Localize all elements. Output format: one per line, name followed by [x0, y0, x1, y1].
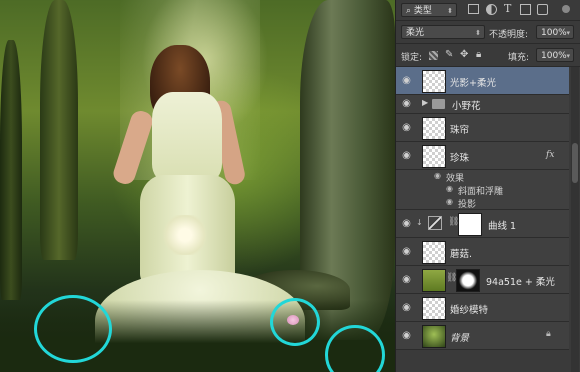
layer-name: 背景: [450, 333, 470, 344]
smart-object-filter-icon[interactable]: [537, 4, 548, 15]
effect-drop-shadow[interactable]: ◉ 投影: [396, 196, 569, 210]
lock-all-icon[interactable]: 🔒︎: [476, 49, 481, 60]
layer-thumbnail: [422, 145, 446, 168]
eye-icon[interactable]: ◉: [446, 197, 453, 206]
bodice: [152, 92, 222, 182]
layer-name: 婚纱模特: [450, 305, 489, 316]
lock-transparency-icon[interactable]: [429, 51, 438, 60]
eye-icon[interactable]: ◉: [401, 302, 412, 313]
layer-thumbnail: [422, 70, 446, 93]
layer-mask-thumbnail: [458, 213, 482, 236]
filter-kind-select[interactable]: ⌕ 类型 ⬍: [401, 3, 457, 17]
effects-row[interactable]: ◉ 效果: [396, 170, 569, 184]
lock-label: 锁定:: [401, 53, 423, 63]
document-canvas[interactable]: [0, 0, 395, 372]
layer-row-background[interactable]: ◉ 背景 🔒︎: [396, 322, 569, 350]
chevron-down-icon: ⬍: [447, 7, 453, 15]
lock-position-icon[interactable]: ✥: [460, 49, 468, 60]
filter-toggle-icon[interactable]: [562, 5, 570, 13]
layer-name: 光影+柔光: [450, 78, 496, 89]
layer-name: 小野花: [452, 101, 481, 112]
layers-scrollbar[interactable]: [571, 67, 579, 372]
layer-thumbnail: [422, 325, 446, 348]
lock-row: 锁定: ✎ ✥ 🔒︎ 填充: 100% ▾: [396, 44, 580, 67]
layer-row-94a51e-softlight[interactable]: ◉ ⛓ 94a51e + 柔光: [396, 266, 569, 294]
effect-bevel-emboss[interactable]: ◉ 斜面和浮雕: [396, 183, 569, 197]
filter-kind-label: 类型: [413, 6, 432, 16]
eye-icon[interactable]: ◉: [401, 330, 412, 341]
layer-name: 珠帘: [450, 125, 470, 136]
eye-icon[interactable]: ◉: [446, 184, 453, 193]
clip-arrow-icon: ↓: [416, 218, 423, 227]
layer-mask-thumbnail: [456, 269, 480, 292]
chevron-down-icon: ⬍: [475, 29, 481, 37]
layer-row-pearls[interactable]: ◉ 珍珠 fx: [396, 142, 569, 170]
shape-filter-icon[interactable]: [520, 4, 531, 15]
eye-icon[interactable]: ◉: [401, 98, 412, 109]
type-filter-icon[interactable]: T: [504, 2, 511, 15]
scrollbar-thumb[interactable]: [572, 143, 578, 183]
search-icon: ⌕: [406, 6, 412, 16]
layers-list: ◉ 光影+柔光 ◉ ▶ 小野花 ◉ 珠帘 ◉ 珍珠 fx ◉ 效果 ◉ 斜面和浮…: [396, 67, 580, 372]
layer-row-bridal-model[interactable]: ◉ 婚纱模特: [396, 294, 569, 322]
blend-mode-select[interactable]: 柔光 ⬍: [401, 25, 485, 39]
arm-left: [110, 108, 156, 187]
eye-icon[interactable]: ◉: [401, 122, 412, 133]
adjustment-filter-icon[interactable]: [486, 4, 497, 15]
layer-row-light-softlight[interactable]: ◉ 光影+柔光: [396, 67, 569, 95]
layer-row-curves-1[interactable]: ◉ ↓ ⛓ 曲线 1: [396, 210, 569, 238]
layer-row-bead-curtain[interactable]: ◉ 珠帘: [396, 114, 569, 142]
eye-icon[interactable]: ◉: [434, 171, 441, 180]
opacity-input[interactable]: 100% ▾: [536, 25, 574, 39]
layer-row-mushrooms[interactable]: ◉ 蘑菇.: [396, 238, 569, 266]
chevron-down-icon: ▾: [566, 52, 570, 60]
layer-filter-bar: ⌕ 类型 ⬍ T: [396, 0, 580, 21]
layer-name: 蘑菇.: [450, 249, 473, 260]
lock-icon: 🔒︎: [546, 329, 551, 339]
eye-icon[interactable]: ◉: [401, 218, 412, 229]
layer-thumbnail: [422, 241, 446, 264]
layer-name: 94a51e + 柔光: [486, 277, 555, 288]
curves-adjustment-icon: [428, 216, 442, 230]
blend-row: 柔光 ⬍ 不透明度: 100% ▾: [396, 21, 580, 44]
layer-thumbnail: [422, 269, 446, 292]
folder-icon: [432, 99, 445, 109]
blend-mode-value: 柔光: [406, 28, 425, 38]
layers-panel: ⌕ 类型 ⬍ T 柔光 ⬍ 不透明度: 100% ▾ 锁定: ✎ ✥ 🔒︎ 填充…: [395, 0, 580, 372]
flower-cluster: [160, 215, 210, 255]
layer-thumbnail: [422, 117, 446, 140]
opacity-label: 不透明度:: [489, 30, 529, 40]
effect-name: 投影: [458, 200, 477, 210]
eye-icon[interactable]: ◉: [401, 274, 412, 285]
eye-icon[interactable]: ◉: [401, 246, 412, 257]
eye-icon[interactable]: ◉: [401, 150, 412, 161]
layer-row-group-wildflowers[interactable]: ◉ ▶ 小野花: [396, 95, 569, 114]
image-filter-icon[interactable]: [468, 4, 479, 14]
lock-pixels-icon[interactable]: ✎: [445, 49, 453, 60]
opacity-value: 100%: [541, 28, 567, 38]
layer-name: 珍珠: [450, 153, 470, 164]
layer-name: 曲线 1: [488, 221, 517, 232]
chevron-down-icon: ▾: [566, 29, 570, 37]
fill-label: 填充:: [508, 53, 530, 63]
fx-icon[interactable]: fx: [546, 150, 554, 160]
fill-input[interactable]: 100% ▾: [536, 48, 574, 62]
chevron-right-icon[interactable]: ▶: [422, 98, 428, 107]
eye-icon[interactable]: ◉: [401, 75, 412, 86]
layer-thumbnail: [422, 297, 446, 320]
highlight-circle-grass: [34, 295, 112, 363]
small-flower: [287, 315, 299, 325]
fill-value: 100%: [541, 51, 567, 61]
